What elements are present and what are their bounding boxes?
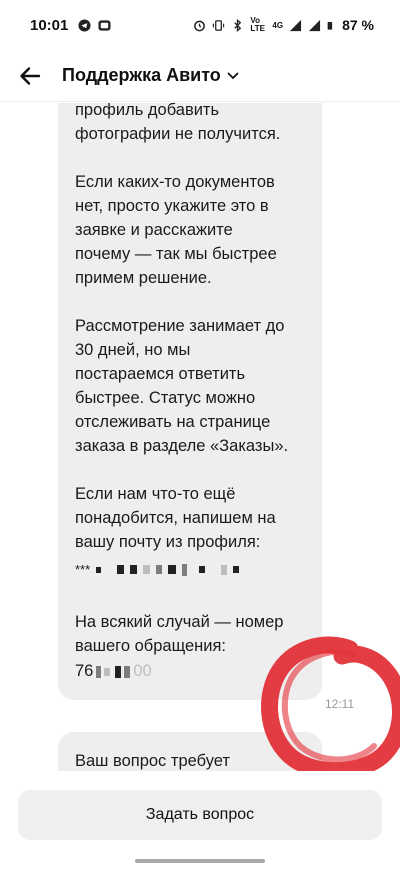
title-dropdown[interactable] <box>227 72 239 80</box>
arrow-left-icon <box>20 66 41 85</box>
email-prefix: *** <box>75 562 91 577</box>
ask-question-button[interactable]: Задать вопрос <box>18 790 382 840</box>
chat-header: Поддержка Авито <box>0 50 400 102</box>
volte-label: Vo LTE <box>250 16 265 33</box>
message-bubble: письмом на почту. Через профиль добавить… <box>58 103 322 700</box>
vibrate-icon <box>213 19 225 31</box>
telegram-icon <box>78 18 91 32</box>
back-button[interactable] <box>0 50 60 102</box>
redacted-email: *** <box>75 562 240 577</box>
signal-icon-2 <box>309 19 321 31</box>
status-bar: 10:01 Vo LTE 4G 87 % <box>0 0 400 50</box>
ticket-suffix: 00 <box>133 662 152 680</box>
message-time: 12:11 <box>325 697 355 711</box>
battery-icon <box>327 21 333 30</box>
bottom-bar: Задать вопрос <box>0 771 400 872</box>
delivery-app-icon <box>98 19 111 31</box>
message-bubble-2: Ваш вопрос требует <box>58 732 322 771</box>
ticket-prefix: 76 <box>75 662 94 680</box>
status-time: 10:01 <box>30 16 69 34</box>
bluetooth-icon <box>234 18 242 32</box>
chevron-down-icon <box>227 72 239 79</box>
chat-title[interactable]: Поддержка Авито <box>62 65 221 86</box>
message-text-3: Ваш вопрос требует <box>75 752 230 770</box>
redacted-ticket-number: 76 00 <box>75 662 152 681</box>
signal-icon <box>290 19 302 31</box>
battery-percent: 87 % <box>342 17 374 33</box>
message-text: письмом на почту. Через профиль добавить… <box>75 103 289 551</box>
message-text-2: На всякий случай — номер вашего обращени… <box>75 613 284 655</box>
network-label: 4G <box>272 20 284 30</box>
alarm-icon <box>194 20 206 31</box>
home-indicator[interactable] <box>135 859 265 863</box>
chat-messages[interactable]: письмом на почту. Через профиль добавить… <box>0 103 400 771</box>
